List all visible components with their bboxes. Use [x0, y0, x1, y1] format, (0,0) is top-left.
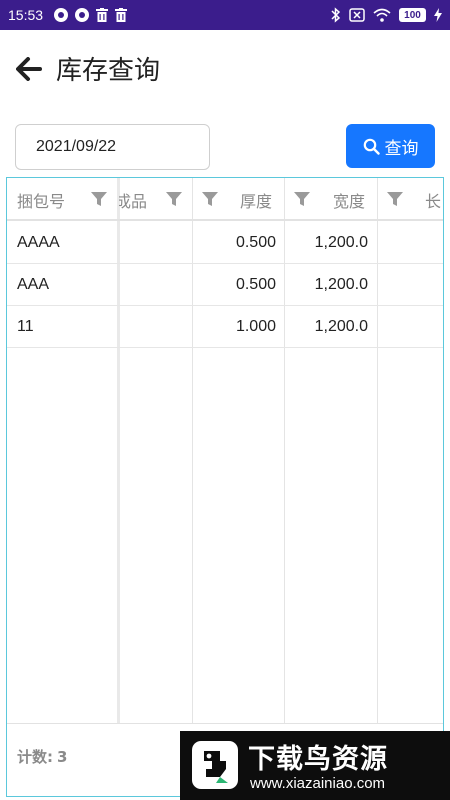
page-title: 库存查询: [56, 56, 161, 86]
count-label: 计数:: [17, 748, 53, 766]
cell-thickness: 0.500: [235, 234, 276, 251]
table-row[interactable]: AAA 0.500 1,200.0: [7, 264, 443, 306]
wifi-icon: [373, 8, 391, 22]
no-sim-icon: [349, 8, 365, 22]
watermark-url: www.xiazainiao.com: [250, 775, 386, 792]
header-length: 长: [425, 191, 442, 211]
search-icon: [363, 138, 380, 155]
back-button[interactable]: [14, 54, 44, 84]
record-icon: [54, 8, 69, 22]
record-icon: [75, 8, 90, 22]
cell-bundle: AAAA: [17, 234, 60, 251]
cell-thickness: 1.000: [235, 318, 276, 335]
cell-thickness: 0.500: [235, 276, 276, 293]
battery-level: 100: [399, 8, 426, 22]
header-thickness: 厚度: [240, 191, 273, 211]
query-button[interactable]: 查询: [346, 124, 435, 168]
trash-icon: [96, 8, 109, 22]
cell-width: 1,200.0: [314, 234, 368, 251]
filter-icon[interactable]: [386, 190, 404, 208]
watermark: 下载鸟资源 www.xiazainiao.com: [180, 731, 450, 800]
grid-body: 捆包号 成品 厚度 宽度 长 AAAA 0.500 1,200.0 AAA 0.…: [7, 178, 443, 723]
table-row[interactable]: 11 1.000 1,200.0: [7, 306, 443, 348]
cell-bundle: 11: [17, 318, 34, 335]
status-bar: 15:53 100: [0, 0, 450, 30]
battery-icon: 100: [399, 8, 426, 22]
header-product: 成品: [115, 191, 148, 211]
trash-icon: [115, 8, 128, 22]
bird-logo: [192, 741, 238, 789]
filter-icon[interactable]: [90, 190, 108, 208]
inventory-grid[interactable]: 捆包号 成品 厚度 宽度 长 AAAA 0.500 1,200.0 AAA 0.…: [6, 177, 444, 797]
cell-width: 1,200.0: [314, 276, 368, 293]
cell-width: 1,200.0: [314, 318, 368, 335]
table-row[interactable]: AAAA 0.500 1,200.0: [7, 222, 443, 264]
filter-icon[interactable]: [293, 190, 311, 208]
cell-bundle: AAA: [17, 276, 50, 293]
count-value: 3: [57, 748, 68, 766]
app-header: 库存查询: [0, 30, 450, 110]
watermark-title: 下载鸟资源: [248, 744, 388, 775]
record-count: 计数: 3: [17, 746, 67, 767]
header-width: 宽度: [333, 191, 366, 211]
table-header: 捆包号 成品 厚度 宽度 长: [7, 178, 443, 221]
status-time: 15:53: [8, 7, 44, 23]
charging-icon: [434, 8, 442, 22]
header-bundle: 捆包号: [17, 191, 66, 211]
query-button-label: 查询: [384, 138, 419, 159]
bluetooth-icon: [331, 7, 341, 23]
arrow-left-icon: [16, 57, 42, 81]
filter-icon[interactable]: [201, 190, 219, 208]
date-input[interactable]: 2021/09/22: [15, 124, 210, 170]
filter-icon[interactable]: [165, 190, 183, 208]
